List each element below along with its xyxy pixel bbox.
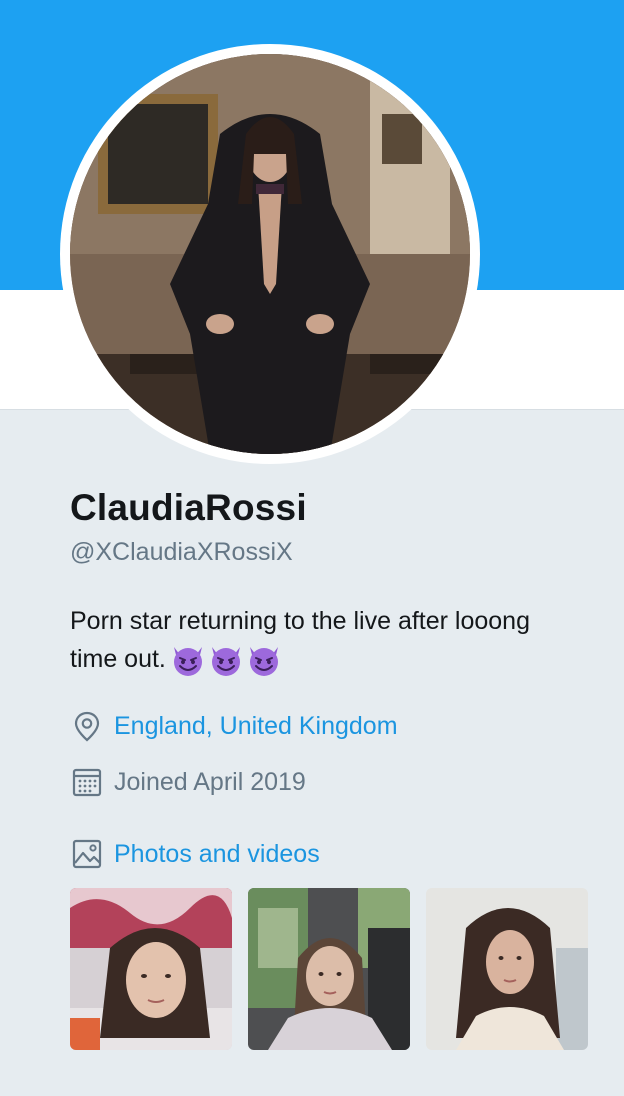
photo-thumbnail-3[interactable] [426,888,588,1050]
avatar[interactable] [60,44,480,464]
bio-emoji-group [170,643,282,677]
avatar-image [70,54,470,454]
photo-thumbnail-2[interactable] [248,888,410,1050]
photos-and-videos-link[interactable]: Photos and videos [114,840,320,869]
smiling-devil-emoji [249,647,278,677]
smiling-devil-emoji [211,647,240,677]
profile-page: ClaudiaRossi @XClaudiaXRossiX Porn star … [0,0,624,1096]
display-name: ClaudiaRossi [70,487,307,528]
smiling-devil-emoji [173,647,202,677]
joined-date: Joined April 2019 [114,767,306,796]
bio-text: Porn star returning to the live after lo… [70,607,530,673]
avatar-photo [70,54,470,454]
profile-info: ClaudiaRossi @XClaudiaXRossiX Porn star … [70,484,590,874]
location-row: England, United Kingdom [70,706,590,746]
photo-thumbnail-1[interactable] [70,888,232,1050]
map-pin-icon [70,709,104,743]
calendar-icon [70,765,104,799]
user-handle: @XClaudiaXRossiX [70,538,293,566]
image-icon [70,837,104,871]
location-link[interactable]: England, United Kingdom [114,712,398,741]
bio: Porn star returning to the live after lo… [70,602,540,678]
media-thumbnails [70,888,588,1050]
photos-and-videos-row[interactable]: Photos and videos [70,834,590,874]
joined-row: Joined April 2019 [70,762,590,802]
